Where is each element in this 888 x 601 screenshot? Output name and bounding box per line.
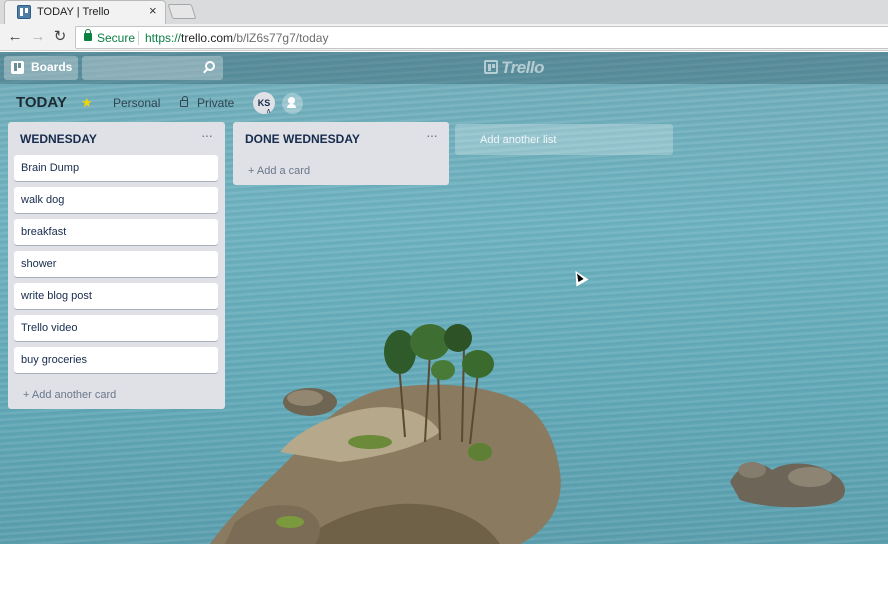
lock-icon: [84, 29, 92, 41]
member-avatar[interactable]: KS: [253, 92, 275, 114]
boards-button[interactable]: Boards: [4, 56, 78, 80]
card[interactable]: breakfast: [14, 219, 218, 245]
board-title[interactable]: TODAY: [16, 94, 67, 111]
tab-title: TODAY | Trello: [37, 6, 110, 18]
url-text[interactable]: https://trello.com/b/lZ6s77g7/today: [145, 31, 328, 45]
board-canvas: Boards Trello TODAY ★ Personal Private K…: [0, 52, 888, 544]
reload-icon[interactable]: ↻: [51, 28, 69, 46]
boards-label: Boards: [31, 60, 73, 74]
address-bar[interactable]: Secure https://trello.com/b/lZ6s77g7/tod…: [75, 26, 888, 49]
browser-tab[interactable]: TODAY | Trello ×: [4, 0, 166, 24]
star-icon[interactable]: ★: [81, 95, 93, 111]
add-list-button[interactable]: Add another list: [455, 124, 673, 155]
search-icon[interactable]: [205, 61, 215, 71]
secure-label: Secure: [97, 31, 136, 45]
card-title: walk dog: [21, 194, 65, 206]
list-title[interactable]: WEDNESDAY: [20, 132, 97, 146]
card-title: buy groceries: [21, 354, 88, 366]
card[interactable]: Trello video: [14, 315, 218, 341]
card[interactable]: walk dog: [14, 187, 218, 213]
url-path: /b/lZ6s77g7/today: [233, 31, 329, 45]
blank-area: [0, 544, 888, 601]
team-button[interactable]: Personal: [113, 96, 160, 110]
visibility-button[interactable]: Private: [197, 96, 234, 110]
trello-logo-icon: [484, 60, 498, 74]
card[interactable]: buy groceries: [14, 347, 218, 373]
admin-chevron-icon: ∧: [266, 108, 272, 115]
add-card-button[interactable]: + Add another card: [23, 389, 116, 401]
invite-member-button[interactable]: [282, 93, 303, 114]
browser-tabstrip: TODAY | Trello ×: [0, 0, 888, 24]
trello-logo-text: Trello: [501, 58, 544, 77]
card-title: Trello video: [21, 322, 78, 334]
boards-icon: [11, 61, 24, 74]
url-scheme: https://: [145, 31, 182, 45]
trello-favicon-icon: [17, 5, 31, 19]
back-arrow-icon[interactable]: ←: [6, 28, 24, 46]
add-member-icon: [287, 97, 296, 108]
list-menu-icon[interactable]: ···: [201, 127, 213, 143]
list-menu-icon[interactable]: ···: [426, 127, 438, 143]
list-wednesday[interactable]: WEDNESDAY ··· Brain Dump walk dog breakf…: [8, 122, 225, 409]
add-list-label: Add another list: [480, 134, 557, 146]
card[interactable]: Brain Dump: [14, 155, 218, 181]
add-card-button[interactable]: + Add a card: [248, 165, 310, 177]
list-title[interactable]: DONE WEDNESDAY: [245, 132, 360, 146]
card-title: breakfast: [21, 226, 67, 238]
board-header-bar: Boards Trello: [0, 52, 888, 84]
forward-arrow-icon[interactable]: →: [29, 28, 47, 46]
card[interactable]: shower: [14, 251, 218, 277]
card-title: write blog post: [21, 290, 92, 302]
new-tab-button[interactable]: [167, 4, 197, 19]
browser-toolbar: ← → ↻ Secure https://trello.com/b/lZ6s77…: [0, 24, 888, 51]
card-title: Brain Dump: [21, 162, 80, 174]
card[interactable]: write blog post: [14, 283, 218, 309]
screenshot: TODAY | Trello × ← → ↻ Secure https://tr…: [0, 0, 888, 601]
tab-close-icon[interactable]: ×: [149, 4, 157, 18]
card-title: shower: [21, 258, 57, 270]
omnibox-divider: [138, 31, 139, 45]
url-host: trello.com: [181, 31, 234, 45]
private-lock-icon: [180, 96, 188, 107]
list-done-wednesday[interactable]: DONE WEDNESDAY ··· + Add a card: [233, 122, 449, 185]
search-input[interactable]: [82, 56, 223, 80]
